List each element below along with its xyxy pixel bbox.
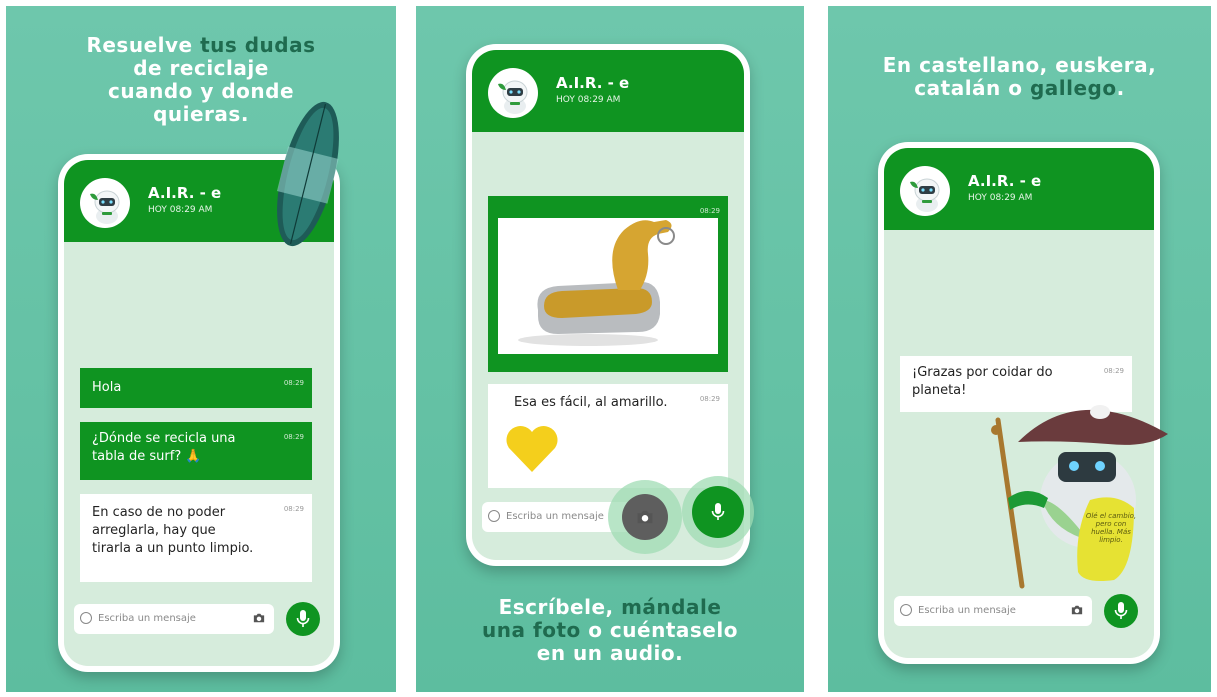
sardine-can-icon (518, 220, 675, 346)
input-placeholder: Escriba un mensaje (918, 605, 1016, 616)
caption-text: en un audio. (536, 641, 684, 665)
caption-panel-2: Escríbele, mándale una foto o cuéntaselo… (416, 596, 804, 665)
contact-status: HOY 08:29 AM (556, 95, 621, 105)
message-outgoing: ¿Dónde se recicla una tabla de surf? 🙏 0… (80, 422, 312, 480)
mic-highlight (682, 476, 754, 548)
caption-highlight: una (482, 618, 526, 642)
robot-icon (900, 166, 950, 216)
message-outgoing: Hola 08:29 (80, 368, 312, 408)
screenshot-panel-1: Resuelve tus dudas de reciclaje cuando y… (6, 6, 396, 692)
chat-header: A.I.R. - e HOY 08:29 AM (884, 148, 1154, 230)
message-time: 08:29 (283, 505, 304, 513)
contact-status: HOY 08:29 AM (148, 205, 213, 215)
screenshot-panel-3: En castellano, euskera, catalán o galleg… (828, 6, 1211, 692)
camera-icon[interactable] (1070, 604, 1084, 616)
mic-icon (711, 502, 725, 522)
emoji-icon[interactable] (488, 510, 500, 522)
bag-text: Olé el cambio, pero con huella. Más limp… (1085, 512, 1137, 544)
message-text: En caso de no poder arreglarla, hay que … (92, 505, 254, 556)
robot-icon (488, 68, 538, 118)
screenshot-panel-2: A.I.R. - e HOY 08:29 AM 08:29 Esa es fác… (416, 6, 804, 692)
emoji-icon[interactable] (80, 612, 92, 624)
pilgrim-robot-icon: Olé el cambio, pero con huella. Más limp… (991, 405, 1168, 589)
message-incoming: En caso de no poder arreglarla, hay que … (80, 494, 312, 582)
message-time: 08:29 (283, 379, 304, 387)
camera-icon[interactable] (252, 612, 266, 624)
sardine-can-photo[interactable] (498, 218, 718, 354)
yellow-heart-icon (506, 425, 558, 472)
message-time: 08:29 (699, 395, 720, 403)
message-text: Esa es fácil, al amarillo. (514, 395, 668, 410)
caption-highlight: foto (533, 618, 581, 642)
robot-icon (80, 178, 130, 228)
message-text: Hola (92, 380, 122, 395)
contact-name: A.I.R. - e (968, 172, 1042, 190)
contact-name: A.I.R. - e (556, 74, 630, 92)
chat-header: A.I.R. - e HOY 08:29 AM (472, 50, 744, 132)
caption-text: de reciclaje (133, 56, 269, 80)
message-time: 08:29 (1103, 367, 1124, 375)
input-placeholder: Escriba un mensaje (506, 511, 604, 522)
mic-button[interactable] (1104, 594, 1138, 628)
caption-text: catalán o (914, 76, 1023, 100)
caption-text: . (1116, 76, 1125, 100)
caption-text: En castellano, euskera, (882, 53, 1157, 77)
camera-button[interactable] (622, 494, 668, 540)
camera-icon (635, 508, 655, 526)
mic-button[interactable] (692, 486, 744, 538)
caption-highlight: gallego (1029, 76, 1117, 100)
contact-name: A.I.R. - e (148, 184, 222, 202)
emoji-icon[interactable] (900, 604, 912, 616)
mic-icon (296, 610, 310, 628)
message-image: 08:29 (488, 196, 728, 372)
caption-highlight: tus dudas (200, 33, 316, 57)
mic-icon (1114, 602, 1128, 620)
input-placeholder: Escriba un mensaje (98, 613, 196, 624)
contact-status: HOY 08:29 AM (968, 193, 1033, 203)
caption-text: Escríbele, (498, 595, 614, 619)
caption-panel-3: En castellano, euskera, catalán o galleg… (828, 54, 1211, 100)
message-text: ¿Dónde se recicla una tabla de surf? 🙏 (92, 431, 236, 464)
message-input[interactable]: Escriba un mensaje (894, 596, 1092, 626)
caption-highlight: mándale (621, 595, 722, 619)
message-input[interactable]: Escriba un mensaje (74, 604, 274, 634)
surfboard-icon (276, 101, 339, 247)
mic-button[interactable] (286, 602, 320, 636)
caption-text: o cuéntaselo (588, 618, 738, 642)
caption-text: Resuelve (86, 33, 193, 57)
message-incoming: Esa es fácil, al amarillo. 08:29 (488, 384, 728, 488)
camera-highlight (608, 480, 682, 554)
message-time: 08:29 (283, 433, 304, 441)
